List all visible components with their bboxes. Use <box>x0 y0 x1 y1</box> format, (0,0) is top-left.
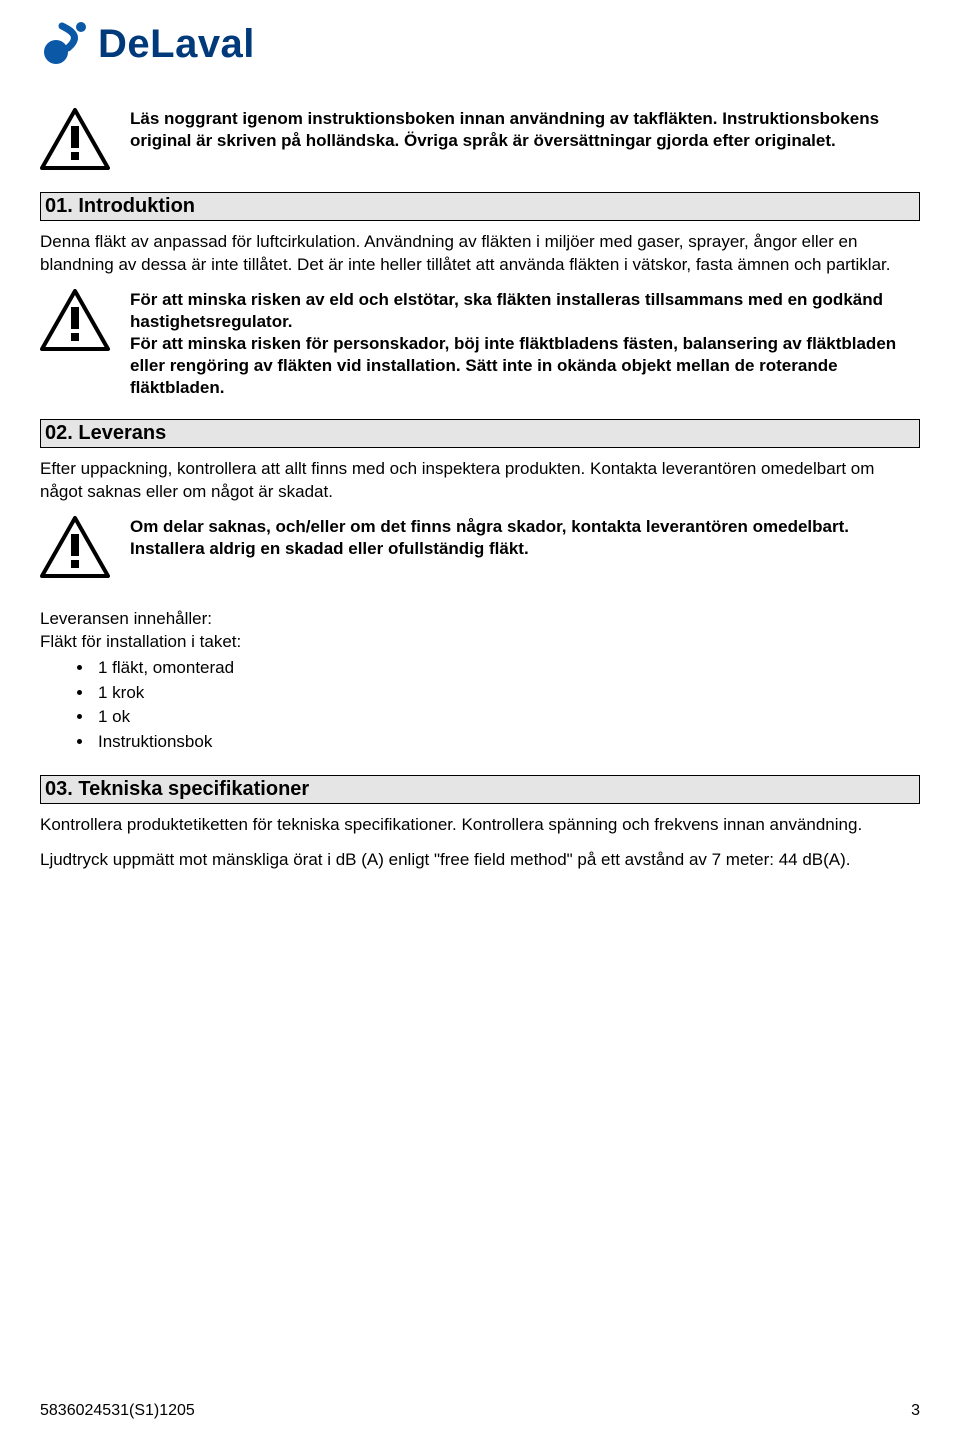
section-heading-01: 01. Introduktion <box>40 192 920 221</box>
section-02-body: Efter uppackning, kontrollera att allt f… <box>40 458 920 504</box>
section-heading-02: 02. Leverans <box>40 419 920 448</box>
warning-block-2: För att minska risken av eld och elstöta… <box>40 289 920 399</box>
brand-name: DeLaval <box>98 22 255 67</box>
section-03-body-1: Kontrollera produktetiketten för teknisk… <box>40 814 920 837</box>
warning-text-2: För att minska risken av eld och elstöta… <box>130 289 920 399</box>
warning-text-1: Läs noggrant igenom instruktionsboken in… <box>130 108 920 152</box>
warning-icon <box>40 108 110 172</box>
warning-text-2a: För att minska risken av eld och elstöta… <box>130 290 883 331</box>
footer-docnum: 5836024531(S1)1205 <box>40 1402 195 1420</box>
warning-block-1: Läs noggrant igenom instruktionsboken in… <box>40 108 920 172</box>
list-item: 1 ok <box>94 705 920 730</box>
warning-text-2b: För att minska risken för personskador, … <box>130 334 896 397</box>
section-01-body: Denna fläkt av anpassad för luftcirkulat… <box>40 231 920 277</box>
warning-block-3: Om delar saknas, och/eller om det finns … <box>40 516 920 580</box>
brand-logo-mark <box>40 20 88 68</box>
warning-icon <box>40 289 110 353</box>
brand-logo: DeLaval <box>40 20 920 68</box>
delivery-line-2: Fläkt för installation i taket: <box>40 631 920 654</box>
warning-text-3: Om delar saknas, och/eller om det finns … <box>130 516 920 560</box>
list-item: 1 krok <box>94 681 920 706</box>
footer-pagenum: 3 <box>911 1402 920 1420</box>
list-item: 1 fläkt, omonterad <box>94 656 920 681</box>
section-heading-03: 03. Tekniska specifikationer <box>40 775 920 804</box>
page-footer: 5836024531(S1)1205 3 <box>40 1402 920 1420</box>
warning-icon <box>40 516 110 580</box>
delivery-list: 1 fläkt, omonterad 1 krok 1 ok Instrukti… <box>94 656 920 755</box>
delivery-line-1: Leveransen innehåller: <box>40 608 920 631</box>
section-03-body-2: Ljudtryck uppmätt mot mänskliga örat i d… <box>40 849 920 872</box>
list-item: Instruktionsbok <box>94 730 920 755</box>
